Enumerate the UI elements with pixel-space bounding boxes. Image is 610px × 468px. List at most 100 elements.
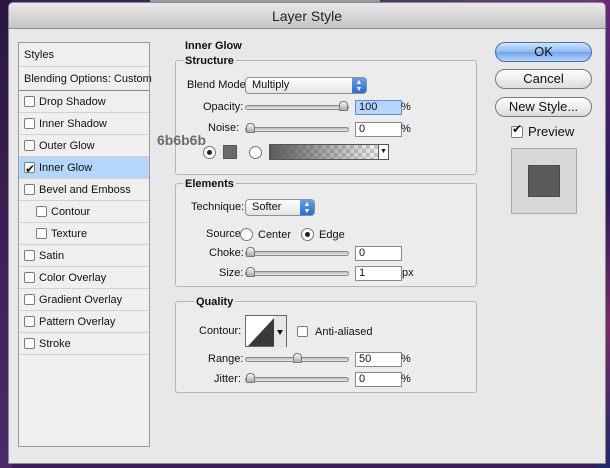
range-unit: % — [401, 353, 411, 365]
choke-input[interactable]: 0 — [355, 246, 402, 261]
style-item-gradient-overlay[interactable]: Gradient Overlay — [19, 289, 149, 311]
style-item-label: Outer Glow — [39, 139, 95, 152]
cancel-button[interactable]: Cancel — [495, 69, 592, 89]
anti-aliased-checkbox[interactable] — [297, 326, 308, 337]
range-slider[interactable] — [245, 353, 349, 363]
style-item-checkbox[interactable] — [24, 158, 35, 180]
style-item-label: Inner Glow — [39, 161, 93, 174]
style-item-label: Satin — [39, 249, 65, 262]
blend-mode-label: Blend Mode: — [187, 79, 249, 91]
source-center-radio[interactable] — [240, 228, 253, 241]
style-item-label: Drop Shadow — [39, 95, 106, 108]
blend-mode-select[interactable]: Multiply ▲ ▼ — [245, 77, 367, 94]
glow-color-swatch[interactable] — [223, 145, 237, 159]
window-title: Layer Style — [271, 8, 343, 24]
style-item-label: Contour — [51, 205, 91, 218]
style-item-pattern-overlay[interactable]: Pattern Overlay — [19, 311, 149, 333]
style-item-checkbox[interactable] — [36, 206, 47, 217]
opacity-slider[interactable] — [245, 101, 349, 111]
style-item-label: Texture — [51, 227, 88, 240]
style-item-label: Pattern Overlay — [39, 315, 116, 328]
noise-slider[interactable] — [245, 123, 349, 133]
source-center-label: Center — [258, 229, 292, 241]
source-edge-radio[interactable] — [301, 228, 314, 241]
noise-input[interactable]: 0 — [355, 122, 402, 137]
technique-value: Softer — [252, 201, 282, 213]
style-item-checkbox[interactable] — [24, 294, 35, 305]
technique-select[interactable]: Softer ▲ ▼ — [245, 199, 315, 216]
style-item-label: Inner Shadow — [39, 117, 107, 130]
solid-color-radio[interactable] — [203, 146, 216, 159]
title-bar[interactable]: Layer Style — [9, 3, 605, 29]
range-label: Range: — [208, 353, 244, 365]
style-item-stroke[interactable]: Stroke — [19, 333, 149, 355]
style-item-drop-shadow[interactable]: Drop Shadow — [19, 91, 149, 113]
range-slider-thumb[interactable] — [293, 353, 302, 363]
size-slider[interactable] — [245, 267, 349, 277]
style-item-checkbox[interactable] — [24, 250, 35, 261]
anti-aliased-label: Anti-aliased — [315, 326, 373, 338]
style-item-checkbox[interactable] — [24, 338, 35, 349]
technique-label: Technique: — [191, 201, 245, 213]
jitter-input[interactable]: 0 — [355, 372, 402, 387]
structure-title: Structure — [183, 55, 236, 67]
ok-button[interactable]: OK — [495, 42, 592, 62]
opacity-unit: % — [401, 101, 411, 113]
blending-options-item[interactable]: Blending Options: Custom — [19, 67, 152, 91]
range-input[interactable]: 50 — [355, 352, 402, 367]
jitter-slider-thumb[interactable] — [246, 373, 255, 383]
style-item-inner-glow[interactable]: Inner Glow — [19, 157, 149, 180]
style-item-checkbox[interactable] — [24, 140, 35, 151]
style-item-label: Color Overlay — [39, 271, 107, 284]
noise-slider-thumb[interactable] — [246, 123, 255, 133]
style-item-checkbox[interactable] — [24, 96, 35, 107]
noise-unit: % — [401, 123, 411, 135]
contour-label: Contour: — [199, 325, 242, 337]
style-item-checkbox[interactable] — [24, 184, 35, 195]
style-item-bevel-and-emboss[interactable]: Bevel and Emboss — [19, 179, 149, 201]
layer-style-dialog: Layer Style Styles Blending Options: Cus… — [8, 2, 606, 464]
style-item-checkbox[interactable] — [36, 228, 47, 239]
contour-curve-icon — [248, 316, 286, 348]
style-item-checkbox[interactable] — [24, 272, 35, 283]
styles-list: Styles Blending Options: Custom Drop Sha… — [18, 42, 152, 447]
styles-header-label: Styles — [24, 48, 54, 61]
opacity-slider-thumb[interactable] — [339, 101, 348, 111]
source-edge-label: Edge — [319, 229, 345, 241]
style-item-contour[interactable]: Contour — [19, 201, 149, 223]
style-item-checkbox[interactable] — [24, 118, 35, 129]
style-item-checkbox[interactable] — [24, 316, 35, 327]
style-item-inner-shadow[interactable]: Inner Shadow — [19, 113, 149, 135]
preview-label: Preview — [528, 124, 575, 139]
source-label: Source: — [206, 228, 244, 240]
contour-picker[interactable] — [245, 315, 287, 348]
style-item-label: Stroke — [39, 337, 71, 350]
style-item-satin[interactable]: Satin — [19, 245, 149, 267]
blend-mode-value: Multiply — [252, 79, 290, 91]
style-item-outer-glow[interactable]: Outer Glow — [19, 135, 149, 157]
preview-checkbox[interactable] — [511, 122, 523, 138]
choke-label: Choke: — [209, 247, 244, 259]
gradient-radio[interactable] — [249, 146, 262, 159]
style-item-color-overlay[interactable]: Color Overlay — [19, 267, 149, 289]
color-hex-note: 6b6b6b — [157, 132, 207, 148]
jitter-slider[interactable] — [245, 373, 349, 383]
glow-gradient-picker[interactable]: ▼ — [269, 144, 389, 160]
style-preview — [511, 148, 577, 214]
size-input[interactable]: 1 — [355, 266, 402, 281]
size-unit: px — [402, 267, 414, 279]
jitter-unit: % — [401, 373, 411, 385]
gradient-dropdown-icon[interactable]: ▼ — [378, 145, 388, 159]
opacity-label: Opacity: — [203, 101, 244, 113]
quality-title: Quality — [194, 296, 236, 308]
choke-slider-thumb[interactable] — [246, 247, 255, 257]
style-item-texture[interactable]: Texture — [19, 223, 149, 245]
size-label: Size: — [219, 267, 244, 279]
size-slider-thumb[interactable] — [246, 267, 255, 277]
elements-title: Elements — [183, 178, 236, 190]
styles-header[interactable]: Styles — [19, 43, 149, 67]
choke-slider[interactable] — [245, 247, 349, 257]
new-style-button[interactable]: New Style... — [495, 97, 592, 117]
style-item-label: Bevel and Emboss — [39, 183, 131, 196]
opacity-input[interactable]: 100 — [355, 100, 402, 115]
